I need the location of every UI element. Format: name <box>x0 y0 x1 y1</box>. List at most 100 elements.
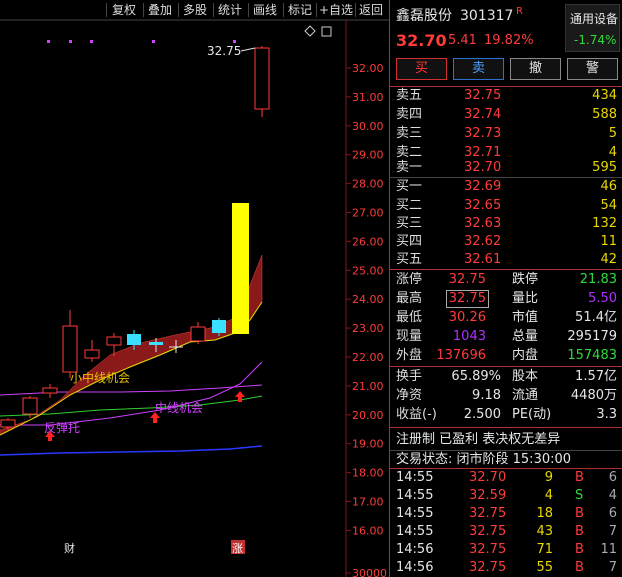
bid-volume: 54 <box>600 198 617 213</box>
price-axis-label: 22.00 <box>352 351 384 364</box>
bid-row[interactable]: 买一 32.69 46 <box>390 177 622 196</box>
price-axis-label: 26.00 <box>352 235 384 248</box>
tick-price: 32.75 <box>469 506 507 521</box>
tick-count: 6 <box>608 470 617 485</box>
bid-label: 买五 <box>396 252 423 267</box>
tick-direction: B <box>575 560 584 575</box>
ask-volume: 588 <box>592 107 617 122</box>
stats-row: 涨停 32.75 跌停 21.83 <box>390 270 622 289</box>
candle-body <box>127 334 141 345</box>
bid-label: 买二 <box>396 198 423 213</box>
low-label: 最低 <box>396 310 423 325</box>
listing-info: 注册制 已盈利 表决权无差异 <box>390 430 622 449</box>
ask-row[interactable]: 卖五 32.75 434 <box>390 86 622 105</box>
price-change-pct: 19.82% <box>484 33 534 48</box>
inner-volume-value: 157483 <box>567 348 617 363</box>
pe-label: PE(动) <box>512 407 552 422</box>
tick-time: 14:55 <box>396 506 434 521</box>
buy-button[interactable]: 买 <box>396 58 447 80</box>
stats-row: 换手 65.89% 股本 1.57亿 <box>390 367 622 386</box>
turnover-value: 65.89% <box>451 369 501 384</box>
bid-row[interactable]: 买五 32.61 42 <box>390 250 622 269</box>
tick-direction: B <box>575 542 584 557</box>
stats-row: 现量 1043 总量 295179 <box>390 327 622 346</box>
ma-magenta-flat-line <box>0 384 263 396</box>
volume-ratio-value: 5.50 <box>588 291 617 306</box>
tick-row: 14:55 32.59 4 S 4 <box>390 487 622 505</box>
tick-row: 14:55 32.70 9 B 6 <box>390 469 622 487</box>
ask-price: 32.75 <box>464 88 502 103</box>
limit-up-bar <box>232 203 249 334</box>
price-axis-label: 30.00 <box>352 120 384 133</box>
outer-volume-value: 137696 <box>436 348 486 363</box>
current-volume-value: 1043 <box>452 329 486 344</box>
candle-body <box>190 326 206 342</box>
signal-dot <box>47 40 50 43</box>
sector-name[interactable]: 通用设备 <box>570 10 618 27</box>
chart-window-icon[interactable] <box>321 26 332 37</box>
kline-chart-svg[interactable]: 32.75 小中线机会 中线机会 反弹托 财 涨 32.0031.0030.00… <box>0 0 389 577</box>
alert-button[interactable]: 警 <box>567 58 618 80</box>
ask-label: 卖一 <box>396 160 423 175</box>
limit-down-value: 21.83 <box>579 272 617 287</box>
limit-up-value: 32.75 <box>448 272 486 287</box>
bid-volume: 11 <box>600 234 617 249</box>
signal-dot <box>69 40 72 43</box>
current-volume-label: 现量 <box>396 329 423 344</box>
bid-row[interactable]: 买三 32.63 132 <box>390 214 622 233</box>
tick-time: 14:56 <box>396 560 434 575</box>
last-price: 32.70 <box>396 31 447 50</box>
tick-time: 14:56 <box>396 542 434 557</box>
low-value: 30.26 <box>448 310 486 325</box>
ask-row[interactable]: 卖四 32.74 588 <box>390 105 622 124</box>
tick-price: 32.70 <box>469 470 507 485</box>
annotation-mid-line: 中线机会 <box>155 400 203 415</box>
price-axis-label: 32.00 <box>352 62 384 75</box>
tick-row: 14:56 32.75 71 B 11 <box>390 541 622 559</box>
market-cap-label: 市值 <box>512 310 539 325</box>
cancel-order-button[interactable]: 撤 <box>510 58 561 80</box>
bid-price: 32.62 <box>464 234 502 249</box>
tick-count: 6 <box>608 506 617 521</box>
signal-dot <box>152 40 155 43</box>
candle-body <box>22 397 38 415</box>
float-shares-value: 4480万 <box>570 388 617 403</box>
ask-row[interactable]: 卖一 32.70 595 <box>390 158 622 177</box>
price-axis-label: 17.00 <box>352 496 384 509</box>
marker-zhang[interactable]: 涨 <box>232 542 243 555</box>
kline-chart-panel[interactable]: 复权 叠加 多股 统计 画线 标记 +自选 返回 32.75 小中线机会 中线机… <box>0 0 389 577</box>
tick-count: 11 <box>600 542 617 557</box>
tick-row: 14:56 32.75 55 B 7 <box>390 559 622 577</box>
ask-price: 32.73 <box>464 126 502 141</box>
stock-name: 鑫磊股份 <box>396 8 452 24</box>
price-axis-label: 23.00 <box>352 322 384 335</box>
bid-volume: 46 <box>600 179 617 194</box>
ask-row[interactable]: 卖三 32.73 5 <box>390 124 622 143</box>
tick-count: 7 <box>608 560 617 575</box>
sell-button[interactable]: 卖 <box>453 58 504 80</box>
eps-label: 收益(-) <box>396 407 437 422</box>
tick-price: 32.59 <box>469 488 507 503</box>
signal-dot <box>233 40 236 43</box>
price-axis-label: 16.00 <box>352 524 384 537</box>
signal-dot <box>90 40 93 43</box>
bid-row[interactable]: 买四 32.62 11 <box>390 232 622 251</box>
marker-cai[interactable]: 财 <box>64 541 75 555</box>
chart-diamond-icon[interactable] <box>304 25 316 37</box>
price-axis-label: 20.00 <box>352 409 384 422</box>
tick-count: 7 <box>608 524 617 539</box>
bid-volume: 132 <box>592 216 617 231</box>
candle-body <box>254 47 270 110</box>
bid-price: 32.69 <box>464 179 502 194</box>
bid-row[interactable]: 买二 32.65 54 <box>390 196 622 215</box>
tick-volume: 4 <box>544 488 553 503</box>
high-value: 32.75 <box>445 290 489 308</box>
tick-volume: 9 <box>544 470 553 485</box>
tick-direction: B <box>575 506 584 521</box>
share-capital-value: 1.57亿 <box>575 369 617 384</box>
tick-row: 14:55 32.75 18 B 6 <box>390 505 622 523</box>
price-axis-label: 18.00 <box>352 467 384 480</box>
price-axis-label: 29.00 <box>352 149 384 162</box>
tick-count: 4 <box>608 488 617 503</box>
bid-price: 32.61 <box>464 252 502 267</box>
